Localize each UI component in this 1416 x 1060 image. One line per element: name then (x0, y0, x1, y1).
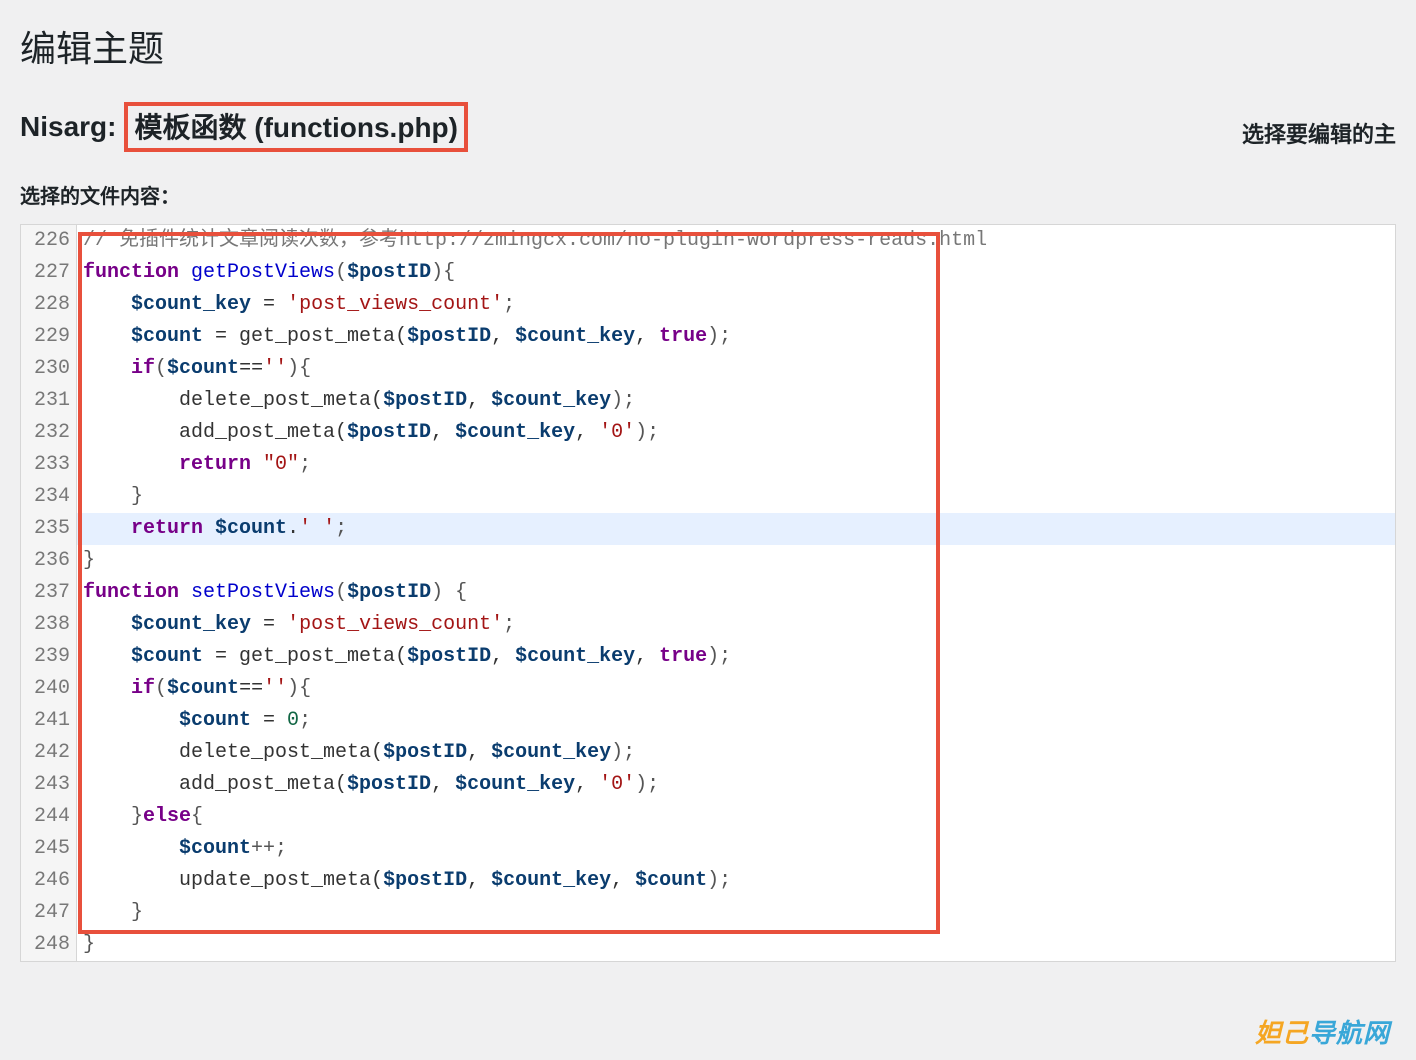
code-line[interactable]: 227function getPostViews($postID){ (21, 257, 1395, 289)
code-line[interactable]: 246 update_post_meta($postID, $count_key… (21, 865, 1395, 897)
code-line[interactable]: 245 $count++; (21, 833, 1395, 865)
code-content[interactable]: } (77, 481, 1395, 513)
code-content[interactable]: add_post_meta($postID, $count_key, '0'); (77, 417, 1395, 449)
code-line[interactable]: 241 $count = 0; (21, 705, 1395, 737)
page-title: 编辑主题 (0, 0, 1416, 82)
code-line[interactable]: 233 return "0"; (21, 449, 1395, 481)
code-content[interactable]: function setPostViews($postID) { (77, 577, 1395, 609)
code-line[interactable]: 230 if($count==''){ (21, 353, 1395, 385)
line-number: 226 (21, 225, 77, 257)
code-content[interactable]: delete_post_meta($postID, $count_key); (77, 737, 1395, 769)
code-content[interactable]: add_post_meta($postID, $count_key, '0'); (77, 769, 1395, 801)
code-content[interactable]: // 免插件统计文章阅读次数，参考http://zmingcx.com/no-p… (77, 225, 1395, 257)
code-content[interactable]: } (77, 929, 1395, 961)
code-content[interactable]: }else{ (77, 801, 1395, 833)
code-editor[interactable]: 226// 免插件统计文章阅读次数，参考http://zmingcx.com/n… (20, 224, 1396, 962)
code-content[interactable]: $count++; (77, 833, 1395, 865)
file-title: Nisarg: 模板函数 (functions.php) (20, 102, 468, 152)
code-line[interactable]: 232 add_post_meta($postID, $count_key, '… (21, 417, 1395, 449)
line-number: 230 (21, 353, 77, 385)
code-content[interactable]: delete_post_meta($postID, $count_key); (77, 385, 1395, 417)
theme-name: Nisarg: (20, 111, 116, 143)
code-line[interactable]: 239 $count = get_post_meta($postID, $cou… (21, 641, 1395, 673)
watermark-part2: 导航网 (1309, 1018, 1390, 1048)
line-number: 247 (21, 897, 77, 929)
code-line[interactable]: 231 delete_post_meta($postID, $count_key… (21, 385, 1395, 417)
line-number: 241 (21, 705, 77, 737)
line-number: 246 (21, 865, 77, 897)
code-line[interactable]: 240 if($count==''){ (21, 673, 1395, 705)
code-content[interactable]: update_post_meta($postID, $count_key, $c… (77, 865, 1395, 897)
line-number: 229 (21, 321, 77, 353)
code-content[interactable]: return $count.' '; (77, 513, 1395, 545)
line-number: 238 (21, 609, 77, 641)
line-number: 231 (21, 385, 77, 417)
selected-file-content-label: 选择的文件内容： (0, 162, 1416, 224)
file-header-row: Nisarg: 模板函数 (functions.php) 选择要编辑的主 (0, 82, 1416, 162)
line-number: 234 (21, 481, 77, 513)
code-line[interactable]: 237function setPostViews($postID) { (21, 577, 1395, 609)
code-line[interactable]: 234 } (21, 481, 1395, 513)
code-content[interactable]: $count = get_post_meta($postID, $count_k… (77, 641, 1395, 673)
line-number: 237 (21, 577, 77, 609)
code-line[interactable]: 247 } (21, 897, 1395, 929)
line-number: 235 (21, 513, 77, 545)
code-line[interactable]: 238 $count_key = 'post_views_count'; (21, 609, 1395, 641)
code-line[interactable]: 235 return $count.' '; (21, 513, 1395, 545)
line-number: 248 (21, 929, 77, 961)
line-number: 245 (21, 833, 77, 865)
code-content[interactable]: $count_key = 'post_views_count'; (77, 289, 1395, 321)
code-line[interactable]: 229 $count = get_post_meta($postID, $cou… (21, 321, 1395, 353)
code-content[interactable]: if($count==''){ (77, 673, 1395, 705)
code-line[interactable]: 226// 免插件统计文章阅读次数，参考http://zmingcx.com/n… (21, 225, 1395, 257)
code-content[interactable]: if($count==''){ (77, 353, 1395, 385)
line-number: 242 (21, 737, 77, 769)
line-number: 243 (21, 769, 77, 801)
code-line[interactable]: 242 delete_post_meta($postID, $count_key… (21, 737, 1395, 769)
file-name-highlight: 模板函数 (functions.php) (124, 102, 468, 152)
code-content[interactable]: function getPostViews($postID){ (77, 257, 1395, 289)
code-content[interactable]: return "0"; (77, 449, 1395, 481)
code-content[interactable]: $count = 0; (77, 705, 1395, 737)
line-number: 244 (21, 801, 77, 833)
select-theme-label: 选择要编辑的主 (1242, 105, 1396, 149)
line-number: 232 (21, 417, 77, 449)
line-number: 228 (21, 289, 77, 321)
code-line[interactable]: 248} (21, 929, 1395, 961)
code-line[interactable]: 243 add_post_meta($postID, $count_key, '… (21, 769, 1395, 801)
code-line[interactable]: 236} (21, 545, 1395, 577)
line-number: 239 (21, 641, 77, 673)
line-number: 236 (21, 545, 77, 577)
watermark: 妲己导航网 (1255, 1013, 1390, 1050)
line-number: 233 (21, 449, 77, 481)
line-number: 240 (21, 673, 77, 705)
code-content[interactable]: $count_key = 'post_views_count'; (77, 609, 1395, 641)
line-number: 227 (21, 257, 77, 289)
code-line[interactable]: 228 $count_key = 'post_views_count'; (21, 289, 1395, 321)
code-content[interactable]: } (77, 897, 1395, 929)
code-content[interactable]: } (77, 545, 1395, 577)
code-line[interactable]: 244 }else{ (21, 801, 1395, 833)
code-content[interactable]: $count = get_post_meta($postID, $count_k… (77, 321, 1395, 353)
watermark-part1: 妲己 (1255, 1018, 1309, 1048)
